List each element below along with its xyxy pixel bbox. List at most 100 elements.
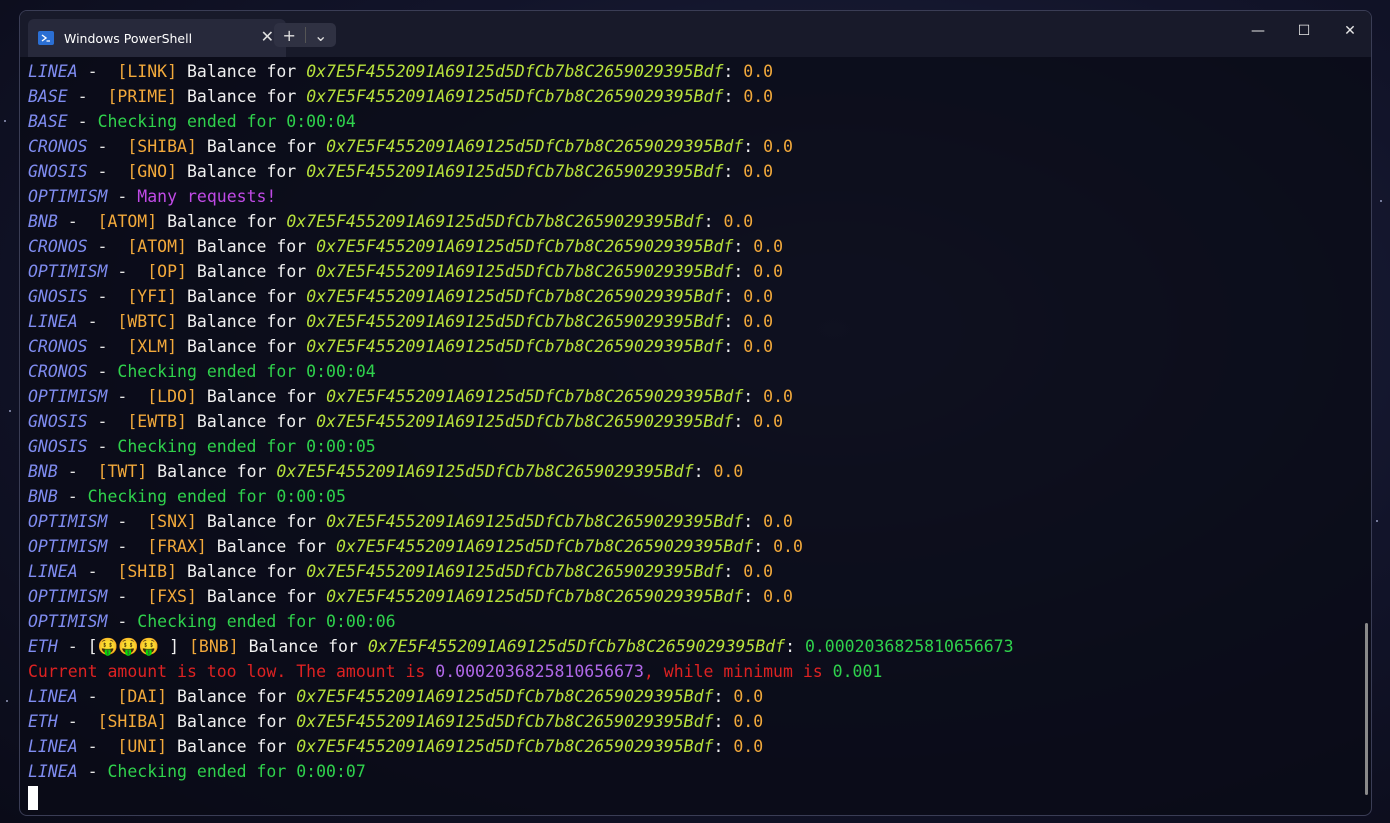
tab-title: Windows PowerShell — [64, 30, 193, 46]
separator: - — [77, 687, 118, 706]
wallet-address: 0x7E5F4552091A69125d5DfCb7b8C2659029395B… — [296, 712, 714, 731]
terminal-window: Windows PowerShell ✕ + ⌄ — ☐ ✕ LINEA - [… — [19, 10, 1372, 816]
network-name: BNB — [28, 212, 58, 231]
separator: : — [733, 237, 754, 256]
separator: - — [87, 287, 128, 306]
separator: : — [723, 62, 744, 81]
token-symbol: [ATOM] — [127, 237, 187, 256]
terminal-line: LINEA - [DAI] Balance for 0x7E5F4552091A… — [28, 684, 1348, 709]
terminal-line: BASE - [PRIME] Balance for 0x7E5F4552091… — [28, 84, 1348, 109]
terminal-line: OPTIMISM - Checking ended for 0:00:06 — [28, 609, 1348, 634]
error-message: , while minimum is — [643, 662, 833, 681]
separator: - — [57, 212, 98, 231]
balance-label: Balance for — [216, 537, 327, 556]
separator: : — [753, 537, 774, 556]
separator: - — [107, 187, 138, 206]
terminal-line: GNOSIS - [EWTB] Balance for 0x7E5F455209… — [28, 409, 1348, 434]
error-message: Current amount is too low. The amount is — [28, 662, 436, 681]
terminal-line: BASE - Checking ended for 0:00:04 — [28, 109, 1348, 134]
tab-windows-powershell[interactable]: Windows PowerShell ✕ — [28, 19, 286, 57]
network-name: LINEA — [28, 562, 78, 581]
separator: - — [107, 612, 138, 631]
separator: - — [87, 162, 128, 181]
terminal-line: BNB - [TWT] Balance for 0x7E5F4552091A69… — [28, 459, 1348, 484]
separator: - — [67, 112, 98, 131]
maximize-button[interactable]: ☐ — [1281, 11, 1327, 51]
token-symbol: [XLM] — [127, 337, 178, 356]
new-tab-button[interactable]: + — [274, 23, 305, 47]
network-name: ETH — [28, 637, 58, 656]
token-symbol: [UNI] — [117, 737, 168, 756]
balance-label: Balance for — [196, 412, 307, 431]
separator: : — [723, 287, 744, 306]
separator: - — [107, 387, 148, 406]
network-name: LINEA — [28, 762, 78, 781]
separator: : — [743, 387, 764, 406]
tab-close-icon[interactable]: ✕ — [261, 29, 274, 45]
balance-label: Balance for — [186, 312, 297, 331]
terminal-output[interactable]: LINEA - [LINK] Balance for 0x7E5F4552091… — [28, 59, 1348, 815]
separator — [207, 537, 217, 556]
balance-value: 0.0 — [773, 537, 803, 556]
wallet-address: 0x7E5F4552091A69125d5DfCb7b8C2659029395B… — [306, 562, 724, 581]
separator: - — [57, 462, 98, 481]
balance-label: Balance for — [186, 87, 297, 106]
network-name: GNOSIS — [28, 162, 88, 181]
network-name: LINEA — [28, 737, 78, 756]
balance-label: Balance for — [196, 237, 307, 256]
balance-label: Balance for — [177, 737, 287, 756]
separator: : — [693, 462, 714, 481]
separator — [316, 512, 326, 531]
separator: : — [723, 162, 744, 181]
balance-label: Balance for — [167, 212, 277, 231]
minimize-button[interactable]: — — [1235, 11, 1281, 51]
network-name: BNB — [28, 487, 58, 506]
network-name: LINEA — [28, 312, 78, 331]
balance-label: Balance for — [206, 587, 317, 606]
separator: - — [57, 487, 88, 506]
balance-value: 0.0 — [723, 212, 754, 231]
separator: - — [87, 237, 128, 256]
terminal-line: OPTIMISM - [FRAX] Balance for 0x7E5F4552… — [28, 534, 1348, 559]
title-bar: Windows PowerShell ✕ + ⌄ — ☐ ✕ — [20, 11, 1371, 57]
separator: : — [743, 512, 764, 531]
network-name: OPTIMISM — [28, 387, 108, 406]
network-name: GNOSIS — [28, 412, 88, 431]
new-tab-group: + ⌄ — [274, 23, 336, 47]
separator: - — [67, 87, 108, 106]
separator — [316, 387, 326, 406]
balance-value: 0.0 — [733, 712, 764, 731]
balance-value: 0.0 — [743, 337, 774, 356]
wallet-address: 0x7E5F4552091A69125d5DfCb7b8C2659029395B… — [316, 412, 734, 431]
balance-value: 0.0 — [753, 237, 784, 256]
separator — [187, 412, 197, 431]
terminal-line: CRONOS - [XLM] Balance for 0x7E5F4552091… — [28, 334, 1348, 359]
separator: : — [723, 87, 744, 106]
separator: - — [107, 587, 148, 606]
network-name: CRONOS — [28, 362, 88, 381]
network-name: BASE — [28, 87, 68, 106]
balance-value: 0.0002036825810656673 — [804, 637, 1014, 656]
wallet-address: 0x7E5F4552091A69125d5DfCb7b8C2659029395B… — [336, 537, 754, 556]
balance-value: 0.0 — [713, 462, 744, 481]
text-cursor — [28, 786, 38, 810]
network-name: OPTIMISM — [28, 262, 108, 281]
token-symbol: [GNO] — [127, 162, 178, 181]
separator: - — [57, 712, 98, 731]
separator: - — [87, 337, 128, 356]
terminal-line: CRONOS - [SHIBA] Balance for 0x7E5F45520… — [28, 134, 1348, 159]
close-button[interactable]: ✕ — [1327, 11, 1371, 51]
scrollbar[interactable] — [1365, 623, 1368, 795]
wallet-address: 0x7E5F4552091A69125d5DfCb7b8C2659029395B… — [367, 637, 786, 656]
wallet-address: 0x7E5F4552091A69125d5DfCb7b8C2659029395B… — [326, 512, 744, 531]
separator — [286, 712, 296, 731]
token-symbol: [DAI] — [117, 687, 168, 706]
separator — [296, 287, 306, 306]
balance-label: Balance for — [186, 562, 297, 581]
tab-dropdown-button[interactable]: ⌄ — [306, 23, 337, 47]
separator: - — [77, 562, 118, 581]
separator — [177, 562, 187, 581]
network-name: ETH — [28, 712, 58, 731]
wallet-address: 0x7E5F4552091A69125d5DfCb7b8C2659029395B… — [326, 587, 744, 606]
separator: : — [713, 737, 734, 756]
